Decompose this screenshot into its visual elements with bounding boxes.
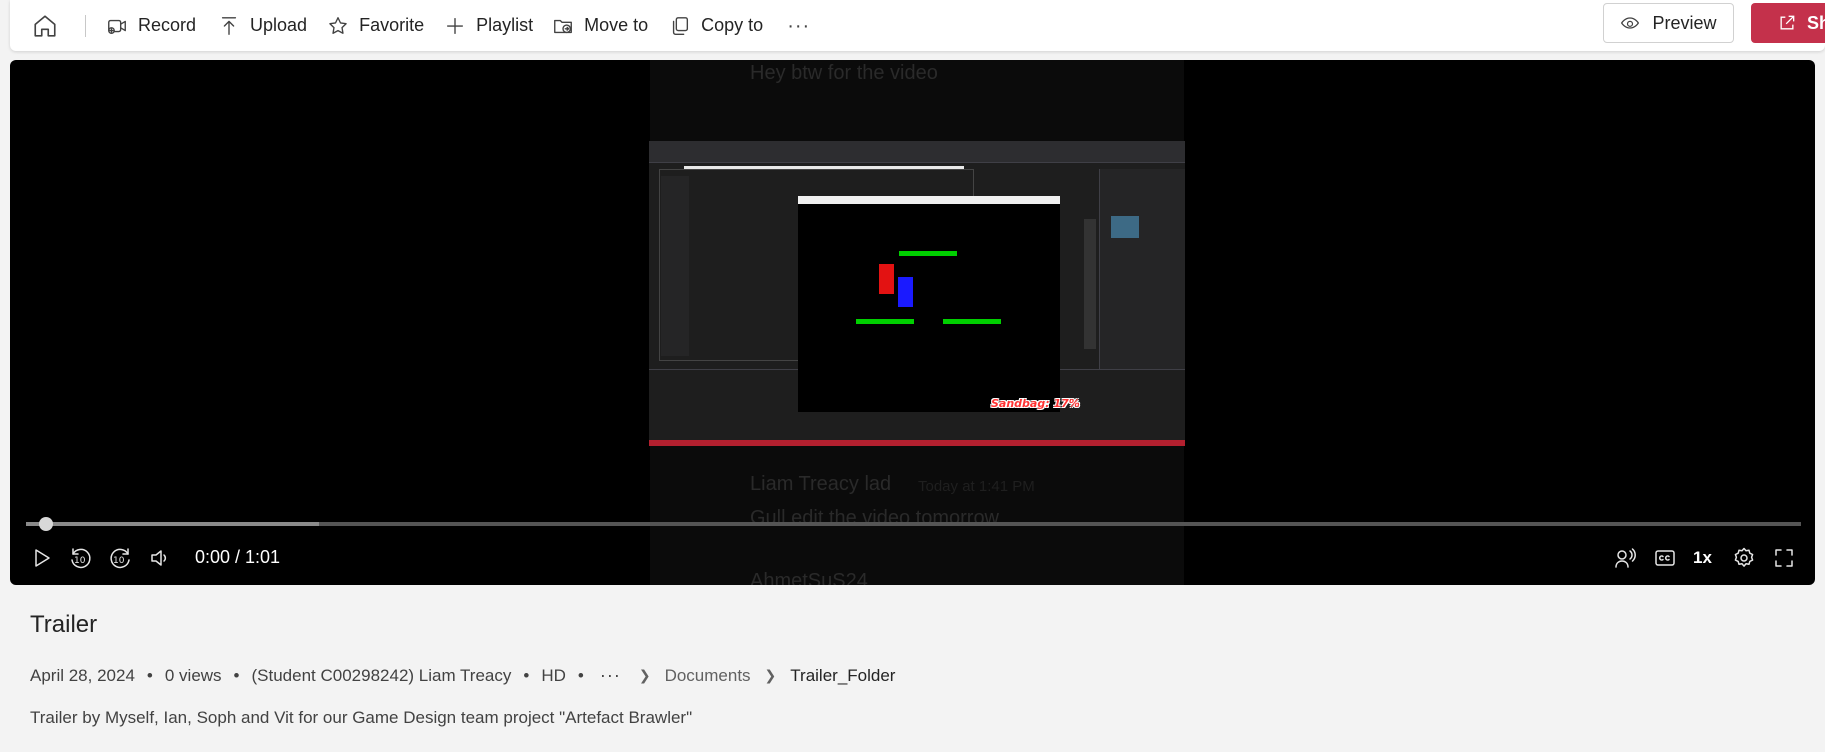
upload-date: April 28, 2024 — [30, 665, 135, 685]
video-description: Trailer by Myself, Ian, Soph and Vit for… — [30, 708, 693, 727]
playlist-label: Playlist — [476, 15, 534, 35]
command-bar: Record Upload Favorite Playlist Move to … — [10, 0, 1825, 51]
star-icon — [329, 16, 347, 34]
share-label: Share — [1807, 12, 1825, 33]
view-count: 0 views — [164, 665, 222, 685]
copy-to-button[interactable]: Copy to — [669, 0, 763, 51]
captions-button[interactable] — [1651, 544, 1679, 572]
chat-line: Today at 1:41 PM — [918, 478, 1035, 495]
ide-menubar — [649, 141, 1185, 153]
record-label: Record — [138, 15, 197, 35]
copy-to-label: Copy to — [701, 15, 764, 35]
favorite-button[interactable]: Favorite — [327, 0, 424, 51]
game-window — [798, 204, 1060, 412]
ide-memory-graph — [1111, 216, 1139, 238]
playback-speed-button[interactable]: 1x — [1693, 548, 1712, 568]
record-button[interactable]: Record — [106, 0, 196, 51]
breadcrumb-documents[interactable]: Documents — [665, 666, 751, 686]
chat-line: Hey btw for the video — [750, 62, 938, 84]
favorite-label: Favorite — [359, 15, 425, 35]
skip-forward-button[interactable]: 10 — [106, 544, 134, 572]
home-button[interactable] — [32, 0, 58, 51]
audio-description-icon — [1615, 548, 1636, 568]
play-button[interactable] — [27, 544, 55, 572]
share-button[interactable]: Share — [1751, 3, 1825, 43]
video-record-icon — [108, 19, 126, 34]
ide-gutter — [661, 176, 689, 356]
separator-dot: • — [523, 665, 530, 685]
video-screen-capture: Sandbag: 17% — [649, 141, 1185, 446]
folder-move-icon — [554, 19, 573, 33]
chat-line: Gull edit the video tomorrow — [750, 507, 1000, 529]
chevron-right-icon: ❯ — [638, 667, 651, 683]
upload-label: Upload — [250, 15, 308, 35]
time-display: 0:00 / 1:01 — [195, 547, 281, 567]
video-metadata: April 28, 2024 • 0 views • (Student C002… — [30, 665, 895, 686]
skip-back-button[interactable]: 10 — [67, 544, 95, 572]
chat-line: Liam Treacy lad — [750, 473, 892, 495]
upload-arrow-icon — [221, 16, 237, 35]
toolbar-divider — [85, 14, 86, 37]
home-icon — [34, 14, 56, 37]
separator-dot: • — [146, 665, 153, 685]
platform — [899, 251, 957, 256]
more-options-button[interactable]: ··· — [787, 0, 810, 51]
upload-button[interactable]: Upload — [218, 0, 307, 51]
preview-button[interactable]: Preview — [1603, 3, 1734, 43]
copy-icon — [673, 16, 689, 35]
move-to-label: Move to — [584, 15, 649, 35]
more-options-icon: ··· — [787, 14, 811, 37]
separator-dot: • — [233, 665, 240, 685]
settings-button[interactable] — [1730, 544, 1758, 572]
breadcrumb-more-button[interactable]: ··· — [600, 665, 621, 686]
player-blue — [898, 277, 913, 307]
quality-badge: HD — [541, 665, 566, 685]
fullscreen-icon — [1775, 549, 1793, 567]
separator-dot: • — [577, 665, 584, 685]
ide-statusbar — [649, 440, 1185, 446]
move-to-button[interactable]: Move to — [552, 0, 648, 51]
preview-label: Preview — [1652, 12, 1717, 33]
chat-line: AhmetSuS24 — [750, 570, 868, 585]
video-player[interactable]: Hey btw for the video Liam Treacy lad To… — [10, 60, 1815, 585]
owner-name[interactable]: (Student C00298242) Liam Treacy — [252, 666, 512, 686]
gear-icon — [1734, 547, 1754, 567]
platform — [856, 319, 914, 324]
breadcrumb-current-folder[interactable]: Trailer_Folder — [790, 666, 895, 686]
audio-description-button[interactable] — [1611, 544, 1639, 572]
ide-minimap — [1084, 219, 1096, 349]
skip-back-seconds: 10 — [74, 556, 86, 566]
video-title: Trailer — [30, 611, 98, 638]
chevron-right-icon: ❯ — [764, 667, 777, 683]
ide-diagnostics-panel — [1099, 169, 1185, 369]
game-window-titlebar — [798, 196, 1060, 204]
player-red — [879, 264, 894, 294]
volume-icon — [151, 550, 167, 566]
seek-bar[interactable] — [26, 522, 1801, 526]
ide-toolbar — [649, 153, 1185, 163]
playlist-button[interactable]: Playlist — [444, 0, 533, 51]
plus-icon — [447, 17, 464, 34]
closed-captions-icon — [1655, 550, 1675, 566]
seek-handle[interactable] — [39, 517, 53, 531]
seek-buffered — [26, 522, 319, 526]
fullscreen-button[interactable] — [1770, 544, 1798, 572]
platform — [943, 319, 1001, 324]
sandbag-percent: Sandbag: 17% — [991, 397, 1080, 410]
share-icon — [1780, 15, 1795, 30]
volume-button[interactable] — [146, 544, 174, 572]
skip-forward-seconds: 10 — [113, 556, 125, 566]
play-icon — [35, 549, 50, 567]
eye-icon — [1621, 17, 1640, 29]
